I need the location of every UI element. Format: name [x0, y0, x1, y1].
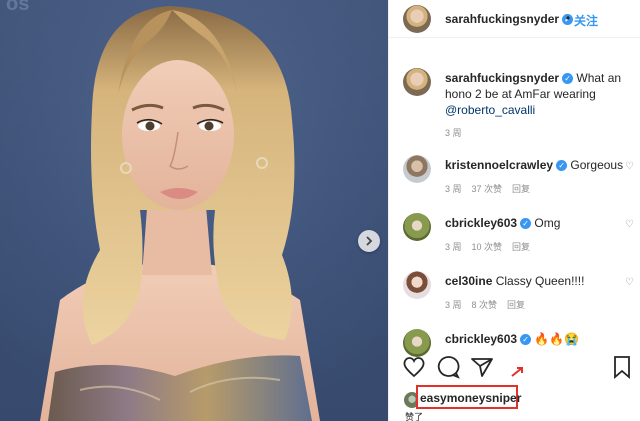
comment-avatar[interactable]	[403, 271, 431, 299]
comment-text: cel30ine Classy Queen!!!!	[445, 273, 584, 289]
comment-avatar[interactable]	[403, 155, 431, 183]
comment-time[interactable]: 3 周	[445, 242, 462, 252]
reply-button[interactable]: 回复	[512, 184, 530, 194]
comment-meta: 3 周 37 次赞 回复	[445, 182, 540, 195]
comment-avatar[interactable]	[403, 213, 431, 241]
comment-user[interactable]: kristennoelcrawley	[445, 158, 553, 172]
chevron-right-icon	[366, 236, 373, 246]
caption-time[interactable]: 3 周	[445, 128, 462, 138]
comment-body: Classy Queen!!!!	[492, 274, 585, 288]
author-handle[interactable]: sarahfuckingsnyder ✓	[445, 12, 574, 26]
heart-icon[interactable]	[401, 354, 427, 380]
post-header: sarahfuckingsnyder ✓ • 关注	[389, 0, 640, 38]
comment-meta: 3 周 8 次赞 回复	[445, 298, 535, 311]
comment-likes[interactable]: 10 次赞	[472, 242, 503, 252]
next-photo-button[interactable]	[358, 230, 380, 252]
comment-user[interactable]: cel30ine	[445, 274, 492, 288]
comment-user[interactable]: cbrickley603	[445, 332, 517, 346]
bookmark-icon[interactable]	[609, 354, 635, 380]
comment-text: kristennoelcrawley ✓ Gorgeous	[445, 157, 623, 173]
separator-dot: •	[566, 11, 571, 25]
reply-button[interactable]: 回复	[512, 242, 530, 252]
caption-meta: 3 周	[445, 126, 472, 139]
post-sidebar: sarahfuckingsnyder ✓ • 关注 sarahfuckingsny…	[388, 0, 640, 421]
caption-mention[interactable]: @roberto_cavalli	[445, 103, 535, 117]
comment-likes[interactable]: 8 次赞	[472, 300, 498, 310]
author-name[interactable]: sarahfuckingsnyder	[445, 12, 559, 26]
comment-body: Omg	[531, 216, 561, 230]
liked-by-suffix: 赞了	[405, 412, 424, 421]
comment-user[interactable]: cbrickley603	[445, 216, 517, 230]
comment-meta: 3 周 10 次赞 回复	[445, 240, 540, 253]
comment-avatar[interactable]	[403, 329, 431, 357]
liked-by-user[interactable]: easymoneysniper	[420, 391, 521, 405]
comment-like-icon[interactable]: ♡	[625, 161, 634, 172]
author-avatar[interactable]	[403, 5, 431, 33]
comment-text: cbrickley603 ✓ 🔥🔥😭	[445, 331, 579, 347]
comment-like-icon[interactable]: ♡	[625, 219, 634, 230]
comment-text: cbrickley603 ✓ Omg	[445, 215, 560, 231]
verified-icon: ✓	[556, 160, 568, 171]
caption-author[interactable]: sarahfuckingsnyder	[445, 71, 559, 85]
comment-time[interactable]: 3 周	[445, 184, 462, 194]
share-icon[interactable]	[469, 354, 495, 380]
verified-icon: ✓	[562, 73, 574, 84]
comment-icon[interactable]	[435, 354, 461, 380]
verified-icon: ✓	[520, 218, 532, 229]
comment-body: Gorgeous	[567, 158, 624, 172]
verified-icon: ✓	[520, 334, 532, 345]
arrow-icon	[511, 367, 523, 377]
caption-text: sarahfuckingsnyder ✓ What an hono 2 be at…	[445, 70, 640, 118]
comment-time[interactable]: 3 周	[445, 300, 462, 310]
comment-body: 🔥🔥😭	[531, 332, 580, 346]
comment-like-icon[interactable]: ♡	[625, 277, 634, 288]
post-photo[interactable]: os	[0, 0, 388, 421]
portrait-illustration: os	[0, 0, 388, 421]
comment-likes[interactable]: 37 次赞	[472, 184, 503, 194]
reply-button[interactable]: 回复	[507, 300, 525, 310]
caption-avatar[interactable]	[403, 68, 431, 96]
follow-button[interactable]: 关注	[574, 12, 598, 29]
